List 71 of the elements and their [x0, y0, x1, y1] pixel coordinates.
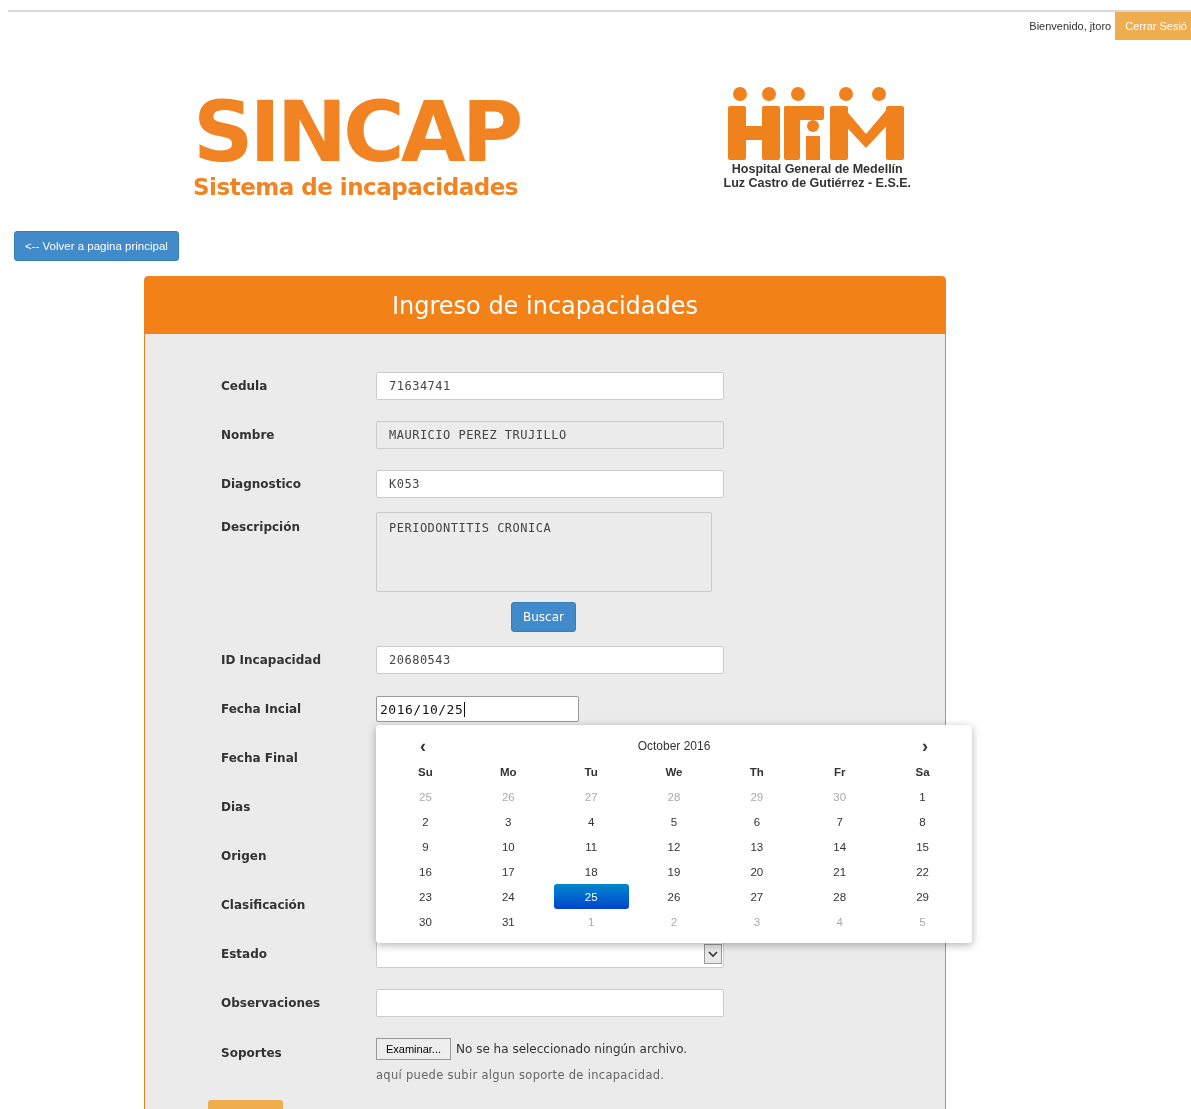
calendar-day[interactable]: 7	[798, 809, 882, 834]
calendar-day[interactable]: 12	[632, 834, 716, 859]
field-label: Fecha Final	[221, 751, 299, 765]
field-label: Fecha Incial	[221, 702, 303, 716]
weekday-label: Th	[748, 764, 765, 780]
field-label: Observaciones	[221, 996, 322, 1010]
field-label: Origen	[221, 849, 268, 863]
calendar-day[interactable]: 26	[632, 884, 716, 909]
input-field[interactable]: K053	[376, 470, 724, 498]
calendar-day[interactable]: 5	[632, 809, 716, 834]
calendar-day[interactable]: 6	[715, 809, 799, 834]
file-status-text: No se ha seleccionado ningún archivo.	[456, 1042, 688, 1056]
previous-month-button[interactable]: ‹	[420, 735, 426, 757]
browse-button[interactable]: Examinar...	[376, 1038, 452, 1060]
hospital-name: Hospital General de Medellín	[731, 162, 903, 176]
calendar-day[interactable]: 8	[881, 809, 964, 834]
input-field[interactable]	[376, 989, 724, 1017]
dropdown-icon	[704, 944, 722, 964]
calendar-day[interactable]: 11	[549, 834, 633, 859]
help-text: aquí puede subir algun soporte de incapacidad.	[376, 1068, 666, 1082]
calendar-day[interactable]: 3	[466, 809, 550, 834]
weekday-label: We	[664, 764, 684, 780]
calendar-day[interactable]: 21	[798, 859, 882, 884]
calendar-day[interactable]: 28	[798, 884, 882, 909]
weekday-label: Tu	[583, 764, 599, 780]
field-label: Clasificación	[221, 898, 307, 912]
back-button[interactable]: <-- Volver a pagina principal	[14, 231, 179, 261]
field-label: ID Incapacidad	[221, 653, 322, 667]
hospital-subname: Luz Castro de Gutiérrez - E.S.E.	[723, 176, 912, 190]
calendar-day[interactable]: 10	[466, 834, 550, 859]
calendar-day[interactable]: 19	[632, 859, 716, 884]
calendar-day[interactable]: 29	[881, 884, 964, 909]
calendar-day[interactable]: 18	[549, 859, 633, 884]
welcome-text: Bienvenido, jtoro	[1029, 20, 1112, 32]
weekday-label: Mo	[498, 764, 518, 780]
calendar-day[interactable]: 27	[715, 884, 799, 909]
calendar-day[interactable]: 9	[384, 834, 467, 859]
weekday-label: Sa	[914, 764, 931, 780]
logo-title: SINCAP	[193, 92, 520, 172]
calendar-day[interactable]: 17	[466, 859, 550, 884]
field-label: Soportes	[221, 1046, 283, 1060]
calendar-day[interactable]: 2	[384, 809, 467, 834]
input-field[interactable]: 20680543	[376, 646, 724, 674]
field-label: Estado	[221, 947, 268, 961]
field-label: Descripción	[221, 520, 301, 534]
weekday-label: Su	[417, 764, 434, 780]
calendar-day[interactable]: 22	[881, 859, 964, 884]
field-label: Nombre	[221, 428, 276, 442]
date-field[interactable]: 2016/10/25	[376, 696, 579, 722]
field-label: Dias	[221, 800, 252, 814]
calendar-day[interactable]: 1	[881, 784, 964, 809]
form-title: Ingreso de incapacidades	[391, 291, 699, 320]
logo-subtitle: Sistema de incapacidades	[193, 174, 519, 200]
input-field[interactable]: 71634741	[376, 372, 724, 400]
field-label: Diagnostico	[221, 477, 302, 491]
calendar-day[interactable]: 13	[715, 834, 799, 859]
calendar-day[interactable]: 30	[384, 909, 467, 934]
calendar-day[interactable]: 16	[384, 859, 467, 884]
calendar-day[interactable]: 23	[384, 884, 467, 909]
calendar-day[interactable]: 31	[466, 909, 550, 934]
calendar-day[interactable]: 25	[553, 884, 629, 909]
next-month-button[interactable]: ›	[922, 735, 928, 757]
calendar-day[interactable]: 20	[715, 859, 799, 884]
calendar-day[interactable]: 15	[881, 834, 964, 859]
calendar-title: October 2016	[637, 739, 711, 753]
search-button[interactable]: Buscar	[511, 602, 576, 632]
weekday-label: Fr	[832, 764, 847, 780]
calendar-day[interactable]: 14	[798, 834, 882, 859]
calendar-day[interactable]: 4	[549, 809, 633, 834]
calendar-day[interactable]: 24	[466, 884, 550, 909]
field-label: Cedula	[221, 379, 269, 393]
